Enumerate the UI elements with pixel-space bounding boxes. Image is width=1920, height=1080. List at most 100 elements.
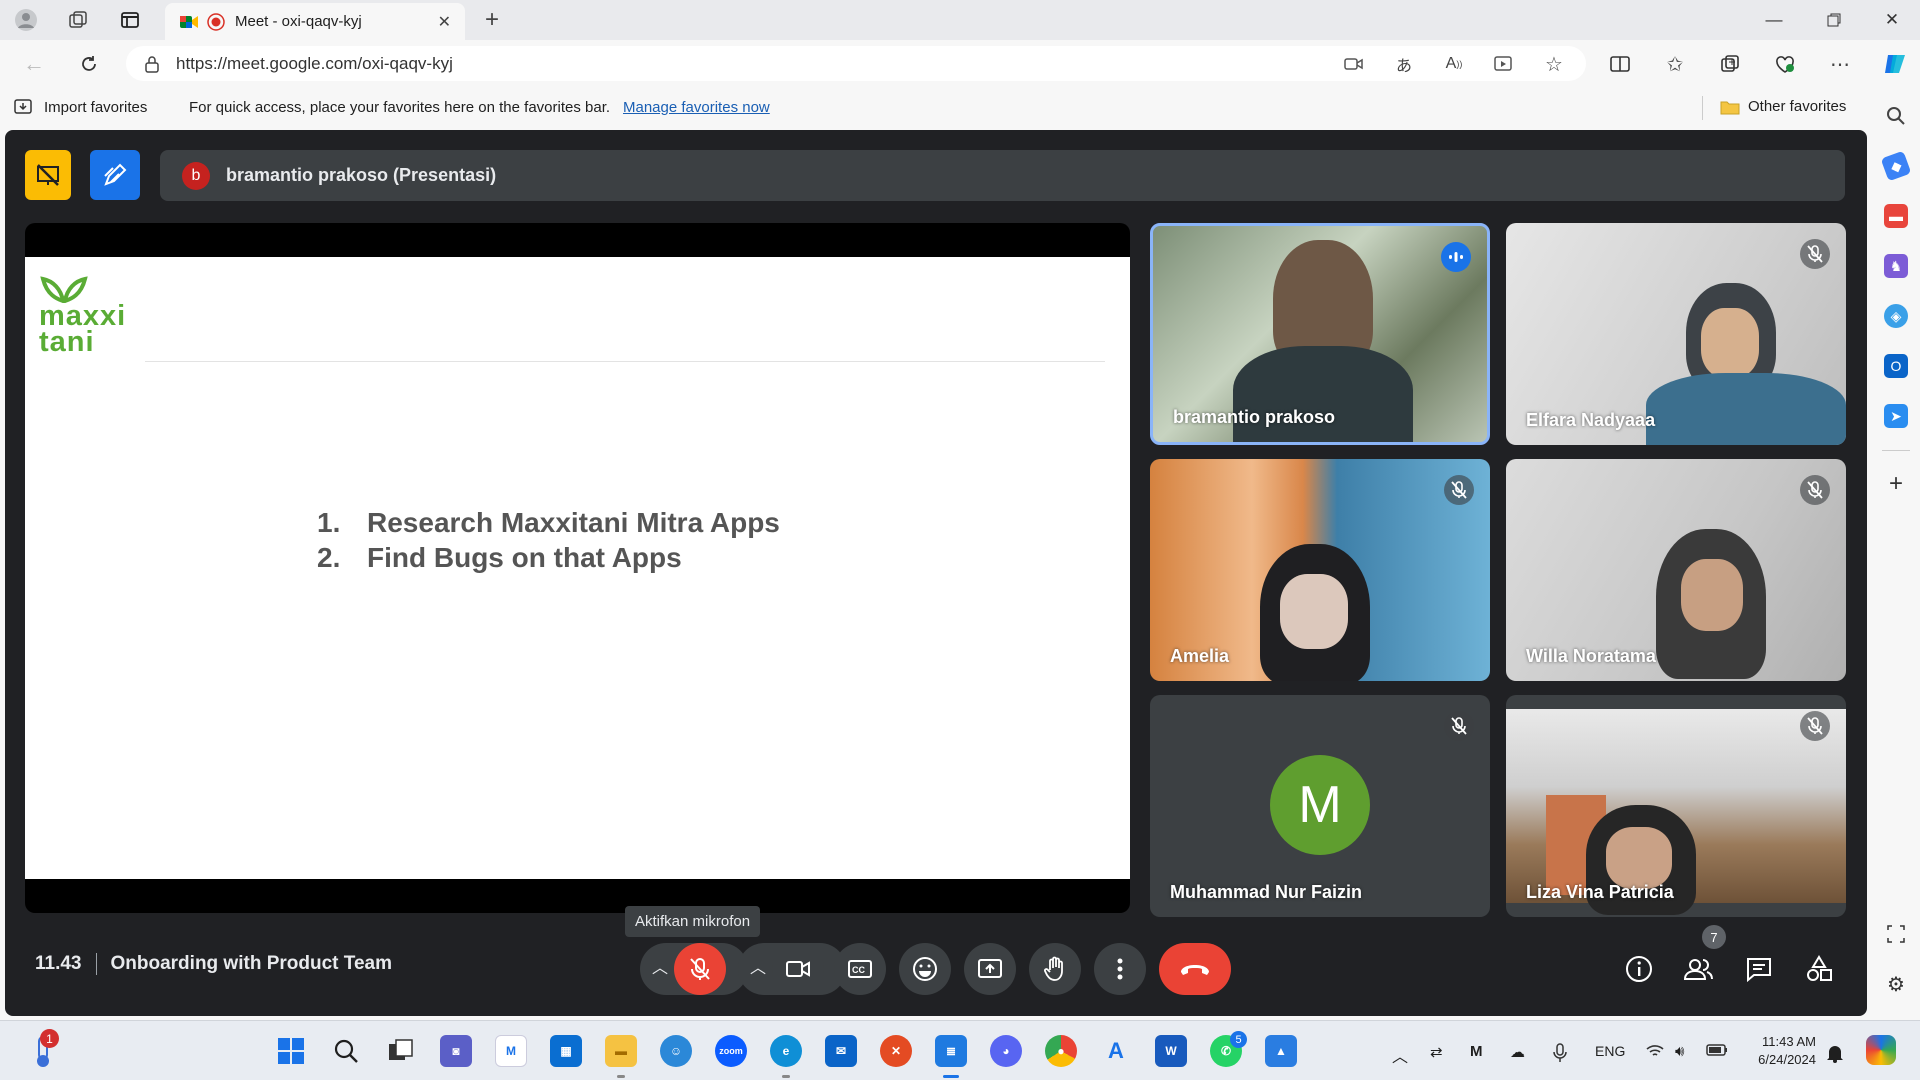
participant-tile[interactable]: Amelia: [1150, 459, 1490, 681]
games-icon[interactable]: ♞: [1884, 254, 1908, 278]
profile-icon[interactable]: [14, 8, 38, 32]
refresh-icon[interactable]: [77, 52, 101, 76]
close-window-icon[interactable]: ✕: [1880, 8, 1904, 32]
participant-tile[interactable]: Liza Vina Patricia: [1506, 695, 1846, 917]
new-tab-icon[interactable]: +: [480, 6, 504, 33]
tab-meet[interactable]: Meet - oxi-qaqv-kyj ✕: [165, 3, 465, 40]
list-item: 2. Find Bugs on that Apps: [317, 542, 682, 573]
shopping-tag-icon[interactable]: ◆: [1880, 150, 1912, 182]
search-button[interactable]: [330, 1035, 362, 1067]
back-icon[interactable]: ←: [22, 51, 46, 76]
copilot-taskbar-icon[interactable]: [1866, 1035, 1896, 1065]
minimize-icon[interactable]: —: [1762, 8, 1786, 32]
video-feed-face: [1280, 574, 1348, 649]
presentation-stage[interactable]: maxxi tani 1. Research Maxxitani Mitra Ap…: [25, 223, 1130, 913]
edge-sidebar: ◆ ▬ ♞ ◈ O ➤ + ⚙: [1872, 88, 1920, 1020]
microphone-tray-icon[interactable]: [1553, 1043, 1567, 1063]
drop-icon[interactable]: ➤: [1884, 404, 1908, 428]
collections-icon[interactable]: [1718, 52, 1742, 76]
app-icon[interactable]: A: [1100, 1035, 1132, 1067]
restore-icon[interactable]: [1822, 8, 1846, 32]
more-options-button[interactable]: [1094, 943, 1146, 995]
start-button[interactable]: [275, 1035, 307, 1067]
network-tool-icon[interactable]: ⇄: [1430, 1043, 1443, 1061]
translate-icon[interactable]: あ: [1392, 52, 1416, 76]
favorite-star-icon[interactable]: ☆: [1542, 52, 1566, 76]
browser-essentials-icon[interactable]: [1773, 52, 1797, 76]
people-button[interactable]: [1678, 948, 1720, 990]
xampp-icon[interactable]: ✕: [880, 1035, 912, 1067]
captions-button[interactable]: CC: [834, 943, 886, 995]
more-options-icon[interactable]: ⋯: [1828, 52, 1852, 76]
file-explorer-icon[interactable]: ▬: [605, 1035, 637, 1067]
teams-icon[interactable]: ◙: [440, 1035, 472, 1067]
participant-name: Elfara Nadyaaa: [1526, 410, 1656, 430]
meeting-details-button[interactable]: [1618, 948, 1660, 990]
edge-icon[interactable]: e: [770, 1035, 802, 1067]
volume-icon[interactable]: 🔊︎: [1675, 1043, 1684, 1060]
word-icon[interactable]: W: [1155, 1035, 1187, 1067]
microsoft-365-icon[interactable]: ◈: [1884, 304, 1908, 328]
gmail-tray-icon[interactable]: M: [1470, 1043, 1483, 1060]
mail-icon[interactable]: ✉: [825, 1035, 857, 1067]
discord-icon[interactable]: ◕: [990, 1035, 1022, 1067]
other-favorites-button[interactable]: Other favorites: [1720, 98, 1846, 115]
copilot-icon[interactable]: [1882, 52, 1906, 76]
participant-tile[interactable]: bramantio prakoso: [1150, 223, 1490, 445]
camera-in-use-icon[interactable]: [1342, 52, 1366, 76]
notification-badge: 1: [40, 1029, 59, 1048]
microphone-toggle-button[interactable]: [674, 943, 726, 995]
workspaces-icon[interactable]: [66, 8, 90, 32]
add-sidebar-icon[interactable]: +: [1884, 470, 1908, 497]
people-icon: [1684, 959, 1713, 980]
read-aloud-icon[interactable]: A)): [1442, 52, 1466, 76]
mic-off-icon: [1800, 239, 1830, 269]
onedrive-icon[interactable]: ☁: [1510, 1043, 1525, 1061]
app-available-icon[interactable]: [1492, 52, 1516, 76]
present-screen-button[interactable]: [964, 943, 1016, 995]
battery-icon[interactable]: [1706, 1043, 1728, 1057]
photos-icon[interactable]: ▲: [1265, 1035, 1297, 1067]
reactions-button[interactable]: [899, 943, 951, 995]
audio-options-chevron-icon[interactable]: ︿: [648, 955, 672, 983]
raise-hand-button[interactable]: [1029, 943, 1081, 995]
settings-gear-icon[interactable]: ⚙: [1884, 972, 1908, 996]
participant-name: Liza Vina Patricia: [1526, 882, 1674, 902]
activities-button[interactable]: [1798, 948, 1840, 990]
language-indicator[interactable]: ENG: [1595, 1043, 1625, 1059]
gmail-app-icon[interactable]: M: [495, 1035, 527, 1067]
participant-tile[interactable]: M Muhammad Nur Faizin: [1150, 695, 1490, 917]
participant-tile[interactable]: Elfara Nadyaaa: [1506, 223, 1846, 445]
camera-toggle-button[interactable]: [772, 943, 824, 995]
wifi-icon[interactable]: [1645, 1043, 1665, 1059]
tools-icon[interactable]: ▬: [1884, 204, 1908, 228]
import-favorites-button[interactable]: Import favorites: [14, 98, 147, 116]
leave-call-button[interactable]: [1159, 943, 1231, 995]
messenger-icon[interactable]: ☺: [660, 1035, 692, 1067]
screenshot-icon[interactable]: [1884, 922, 1908, 946]
microsoft-store-icon[interactable]: ▦: [550, 1035, 582, 1067]
tab-actions-icon[interactable]: [118, 8, 142, 32]
notifications-bell-icon[interactable]: [1826, 1043, 1844, 1063]
favorites-icon[interactable]: ✩: [1663, 52, 1687, 76]
notepad-icon[interactable]: ≣: [935, 1035, 967, 1067]
chat-button[interactable]: [1738, 948, 1780, 990]
video-options-chevron-icon[interactable]: ︿: [746, 955, 770, 983]
task-view-button[interactable]: [385, 1035, 417, 1067]
manage-favorites-link[interactable]: Manage favorites now: [623, 99, 770, 116]
search-icon[interactable]: [1884, 104, 1908, 128]
clock-time: 11:43 AM: [1762, 1034, 1816, 1049]
outlook-icon[interactable]: O: [1884, 354, 1908, 378]
url-text: https://meet.google.com/oxi-qaqv-kyj: [176, 53, 453, 73]
clock[interactable]: 11:43 AM 6/24/2024: [1748, 1033, 1816, 1069]
address-bar[interactable]: https://meet.google.com/oxi-qaqv-kyj: [126, 46, 1586, 81]
chrome-icon[interactable]: ●: [1045, 1035, 1077, 1067]
zoom-icon[interactable]: zoom: [715, 1035, 747, 1067]
participant-tile[interactable]: Willa Noratama: [1506, 459, 1846, 681]
annotate-button[interactable]: [90, 150, 140, 200]
show-hidden-icons[interactable]: ︿: [1392, 1043, 1408, 1067]
close-tab-icon[interactable]: ✕: [438, 12, 451, 32]
lock-icon[interactable]: [144, 55, 160, 73]
stop-presenting-button[interactable]: [25, 150, 71, 200]
split-screen-icon[interactable]: [1608, 52, 1632, 76]
